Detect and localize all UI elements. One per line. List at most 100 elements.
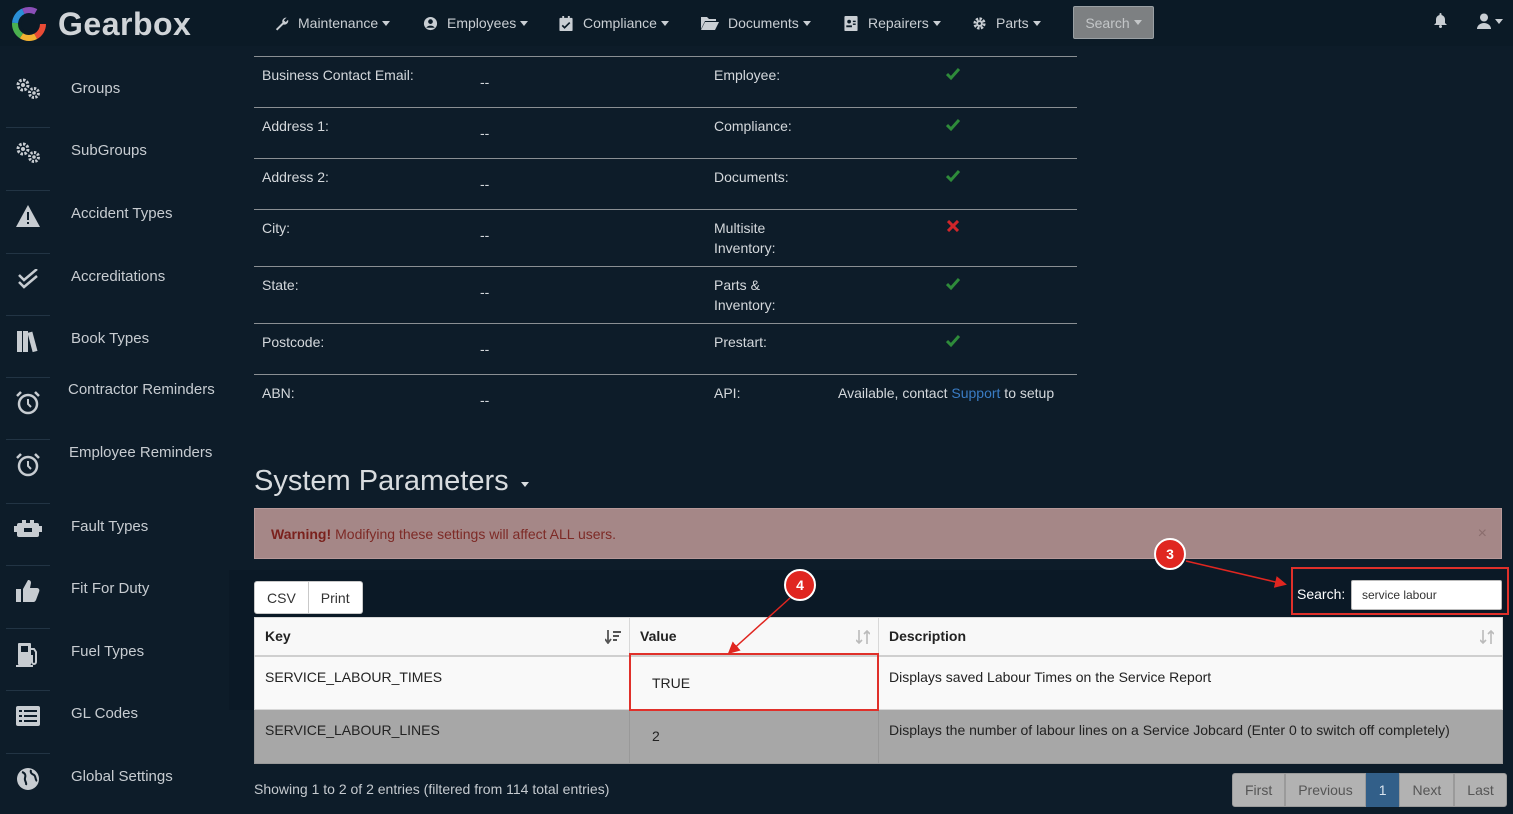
sidebar-item-label: Contractor Reminders: [68, 381, 215, 398]
sidebar-item-accident-types[interactable]: Accident Types: [0, 189, 230, 241]
sidebar-item-label: Global Settings: [71, 768, 173, 785]
info-label: Documents:: [714, 169, 789, 185]
user-menu[interactable]: [1477, 13, 1503, 29]
api-value: Available, contact Support to setup: [838, 383, 1054, 403]
info-label: State:: [262, 277, 299, 293]
divider: [254, 323, 1077, 324]
check-icon: [946, 335, 960, 348]
gears-icon: [6, 64, 50, 114]
column-label: Key: [265, 628, 291, 645]
info-label: Business Contact Email:: [262, 67, 414, 83]
logo[interactable]: Gearbox: [10, 6, 191, 42]
wrench-icon: [273, 15, 289, 31]
sidebar-item-label: Fuel Types: [71, 643, 145, 660]
info-label: Address 2:: [262, 169, 329, 185]
sidebar-item-label: Groups: [71, 80, 121, 97]
sidebar-item-subgroups[interactable]: SubGroups: [0, 126, 230, 178]
sidebar-item-groups[interactable]: Groups: [0, 64, 230, 114]
sidebar-item-label: Fault Types: [71, 518, 149, 535]
warning-alert: Warning! Modifying these settings will af…: [254, 508, 1502, 559]
system-parameters-title[interactable]: System Parameters: [254, 465, 529, 498]
page-previous[interactable]: Previous: [1285, 773, 1366, 807]
sidebar-item-label: Employee Reminders: [69, 444, 213, 461]
check-icon: [946, 278, 960, 291]
table-info: Showing 1 to 2 of 2 entries (filtered fr…: [254, 781, 610, 797]
page-last[interactable]: Last: [1454, 773, 1507, 807]
cell-description: Displays the number of labour lines on a…: [878, 709, 1503, 764]
warning-triangle-icon: [6, 190, 50, 240]
info-value: --: [480, 227, 490, 243]
info-label: API:: [714, 385, 741, 401]
nav-compliance[interactable]: Compliance: [558, 12, 669, 34]
close-icon[interactable]: ×: [1478, 525, 1487, 543]
api-text: Available, contact: [838, 385, 952, 401]
sidebar-item-accreditations[interactable]: Accreditations: [0, 252, 230, 304]
sidebar-item-label: Book Types: [71, 330, 150, 347]
column-label: Value: [640, 628, 677, 645]
chevron-down-icon: [932, 20, 941, 26]
sidebar-item-global-settings[interactable]: Global Settings: [0, 752, 230, 804]
info-label: City:: [262, 220, 290, 236]
info-label: Compliance:: [714, 118, 792, 134]
nav-parts[interactable]: Parts: [971, 12, 1041, 34]
logo-text: Gearbox: [58, 5, 192, 42]
nav-label: Repairers: [868, 15, 929, 31]
sidebar-item-fit-for-duty[interactable]: Fit For Duty: [0, 564, 230, 616]
sidebar-item-contractor-reminders[interactable]: Contractor Reminders: [0, 376, 230, 428]
support-link[interactable]: Support: [951, 385, 1000, 401]
cell-value[interactable]: 2: [629, 709, 879, 764]
column-header-key[interactable]: Key: [254, 617, 630, 657]
info-label: Prestart:: [714, 334, 767, 350]
info-label: Postcode:: [262, 334, 325, 350]
nav-repairers[interactable]: Repairers: [843, 12, 941, 34]
cell-key: SERVICE_LABOUR_LINES: [254, 709, 630, 764]
column-header-value[interactable]: Value: [629, 617, 879, 657]
divider: [254, 266, 1077, 267]
column-header-description[interactable]: Description: [878, 617, 1503, 657]
page-next[interactable]: Next: [1399, 773, 1455, 807]
books-icon: [6, 315, 50, 365]
id-card-icon: [843, 15, 859, 31]
info-label: ABN:: [262, 385, 295, 401]
chevron-down-icon: [520, 20, 529, 26]
callout-badge-value: 4: [784, 569, 816, 601]
sort-desc-icon: [605, 630, 621, 644]
bell-icon[interactable]: [1434, 13, 1447, 33]
globe-icon: [6, 753, 50, 803]
user-icon: [1477, 13, 1491, 29]
export-buttons: CSV Print: [254, 581, 363, 614]
sidebar-item-employee-reminders[interactable]: Employee Reminders: [0, 438, 230, 490]
sidebar-item-fuel-types[interactable]: Fuel Types: [0, 627, 230, 679]
value-highlight-box: [629, 653, 879, 711]
alarm-clock-icon: [6, 439, 50, 489]
table-row[interactable]: SERVICE_LABOUR_LINES 2 Displays the numb…: [254, 709, 1503, 764]
search-highlight-box: [1291, 567, 1509, 615]
check-icon: [946, 170, 960, 183]
gearbox-logo-icon: [12, 7, 46, 41]
print-button[interactable]: Print: [308, 581, 363, 614]
info-label: Multisite Inventory:: [714, 220, 776, 256]
sidebar-item-book-types[interactable]: Book Types: [0, 314, 230, 366]
api-text: to setup: [1000, 385, 1055, 401]
nav-documents[interactable]: Documents: [701, 12, 811, 34]
gear-icon: [971, 15, 987, 31]
divider: [254, 56, 1077, 57]
page-current[interactable]: 1: [1365, 773, 1400, 807]
nav-maintenance[interactable]: Maintenance: [273, 12, 391, 34]
sidebar-item-label: GL Codes: [71, 705, 138, 722]
check-double-icon: [6, 253, 50, 303]
nav-search-button[interactable]: Search: [1073, 6, 1154, 39]
info-label: Address 1:: [262, 118, 329, 134]
page-first[interactable]: First: [1232, 773, 1286, 807]
nav-label: Documents: [728, 15, 799, 31]
nav-employees[interactable]: Employees: [422, 12, 529, 34]
folder-open-icon: [701, 15, 719, 31]
divider: [254, 107, 1077, 108]
table-header-row: Key Value Description: [254, 617, 1503, 657]
sidebar-item-fault-types[interactable]: Fault Types: [0, 502, 230, 554]
csv-button[interactable]: CSV: [254, 581, 309, 614]
chevron-down-icon: [1032, 20, 1041, 26]
chevron-down-icon: [802, 20, 811, 26]
sidebar-item-gl-codes[interactable]: GL Codes: [0, 689, 230, 741]
divider: [254, 209, 1077, 210]
